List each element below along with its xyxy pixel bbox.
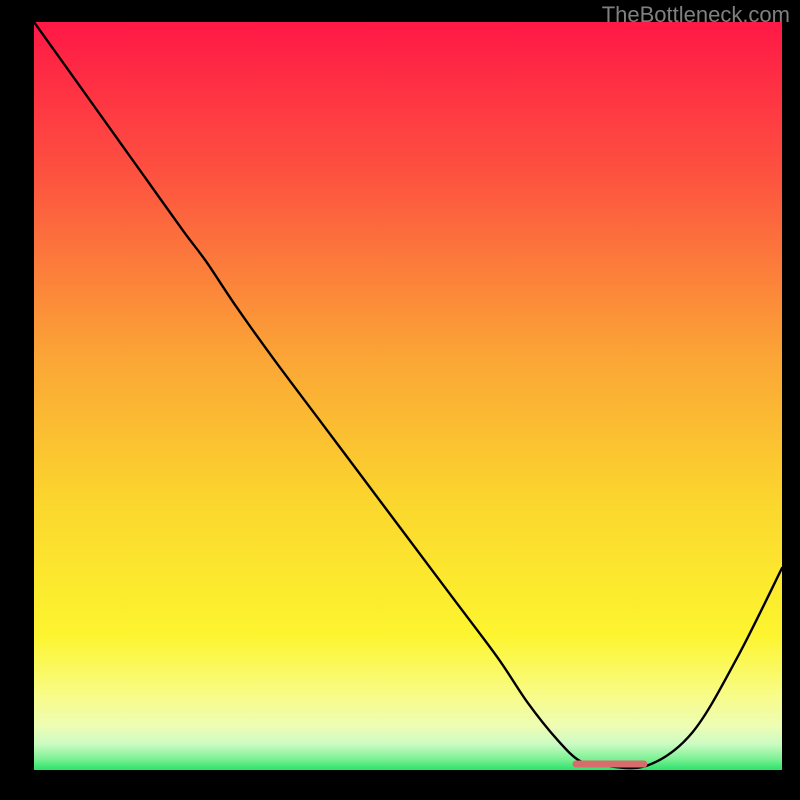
watermark-text: TheBottleneck.com xyxy=(602,2,790,28)
gradient-background xyxy=(34,22,782,770)
minimum-marker xyxy=(573,761,648,768)
plot-area xyxy=(34,22,782,770)
chart-svg xyxy=(34,22,782,770)
chart-container: TheBottleneck.com xyxy=(0,0,800,800)
